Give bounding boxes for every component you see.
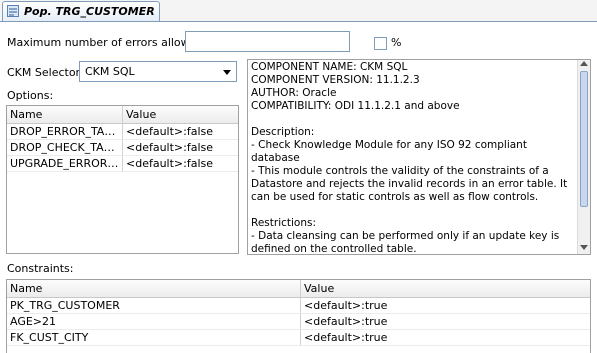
ckm-selector-dropdown[interactable]: CKM SQL bbox=[79, 61, 237, 82]
option-name: DROP_CHECK_TABLE bbox=[7, 140, 123, 155]
scroll-up-icon[interactable] bbox=[580, 61, 588, 66]
column-header-value[interactable]: Value bbox=[301, 280, 590, 298]
option-name: DROP_ERROR_TABLE bbox=[7, 124, 123, 139]
constraints-label: Constraints: bbox=[7, 262, 74, 275]
percent-checkbox[interactable] bbox=[374, 37, 387, 50]
option-value[interactable]: <default>:false bbox=[123, 140, 238, 155]
description-text: COMPONENT NAME: CKM SQL COMPONENT VERSIO… bbox=[251, 61, 568, 255]
scroll-down-icon[interactable] bbox=[580, 245, 588, 250]
percent-label: % bbox=[391, 36, 402, 49]
tab-pop-trg-customer[interactable]: Pop. TRG_CUSTOMER bbox=[2, 1, 160, 21]
options-table: Name Value DROP_ERROR_TABLE <default>:fa… bbox=[6, 105, 239, 254]
table-row[interactable]: FK_CUST_CITY <default>:true bbox=[7, 330, 590, 346]
constraints-header: Name Value bbox=[7, 280, 590, 298]
options-label: Options: bbox=[7, 89, 54, 102]
constraint-value[interactable]: <default>:true bbox=[301, 314, 590, 329]
ckm-description-panel: COMPONENT NAME: CKM SQL COMPONENT VERSIO… bbox=[247, 59, 591, 255]
tab-label: Pop. TRG_CUSTOMER bbox=[24, 5, 155, 18]
option-name: UPGRADE_ERROR_T... bbox=[7, 156, 123, 171]
scrollbar-thumb[interactable] bbox=[580, 71, 588, 207]
constraint-value[interactable]: <default>:true bbox=[301, 330, 590, 345]
column-header-name[interactable]: Name bbox=[7, 106, 123, 124]
chevron-down-icon[interactable] bbox=[223, 70, 231, 75]
option-value[interactable]: <default>:false bbox=[123, 156, 238, 171]
options-header: Name Value bbox=[7, 106, 238, 124]
table-row[interactable]: DROP_CHECK_TABLE <default>:false bbox=[7, 140, 238, 156]
max-errors-label: Maximum number of errors allowed: bbox=[7, 36, 208, 49]
constraint-name: FK_CUST_CITY bbox=[7, 330, 301, 345]
editor-tab-strip: Pop. TRG_CUSTOMER bbox=[0, 0, 597, 22]
interface-icon bbox=[7, 5, 19, 17]
table-row[interactable]: PK_TRG_CUSTOMER <default>:true bbox=[7, 298, 590, 314]
table-row[interactable]: AGE>21 <default>:true bbox=[7, 314, 590, 330]
max-errors-input[interactable] bbox=[185, 31, 350, 52]
option-value[interactable]: <default>:false bbox=[123, 124, 238, 139]
ckm-selector-label: CKM Selector: bbox=[7, 66, 84, 79]
column-header-value[interactable]: Value bbox=[123, 106, 238, 124]
column-header-name[interactable]: Name bbox=[7, 280, 301, 298]
constraints-table: Name Value PK_TRG_CUSTOMER <default>:tru… bbox=[6, 279, 591, 353]
ckm-selected-value: CKM SQL bbox=[85, 65, 135, 78]
constraint-name: PK_TRG_CUSTOMER bbox=[7, 298, 301, 313]
table-row[interactable]: UPGRADE_ERROR_T... <default>:false bbox=[7, 156, 238, 172]
constraint-name: AGE>21 bbox=[7, 314, 301, 329]
table-row[interactable]: DROP_ERROR_TABLE <default>:false bbox=[7, 124, 238, 140]
description-scrollbar[interactable] bbox=[577, 60, 590, 254]
constraint-value[interactable]: <default>:true bbox=[301, 298, 590, 313]
